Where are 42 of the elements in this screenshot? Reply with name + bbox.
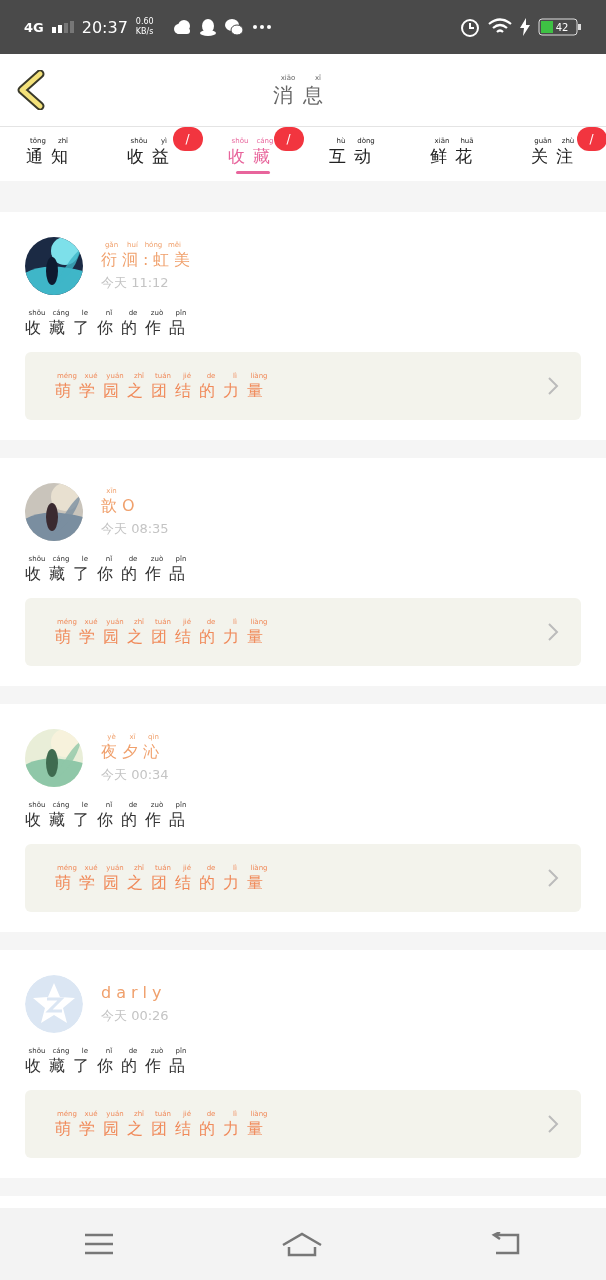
battery-level: 42 bbox=[555, 22, 569, 33]
work-title: 萌学园之团结的力量 bbox=[55, 380, 271, 401]
message-time: 今天 11:12 bbox=[101, 273, 170, 292]
network-speed: 0.60 bbox=[135, 17, 154, 27]
message-text: 收藏了你的作品 bbox=[25, 318, 194, 338]
more-icon bbox=[251, 24, 272, 30]
tab-label: 互动 bbox=[328, 146, 379, 167]
user-name: 衍洄:虹美 bbox=[101, 249, 196, 270]
message-time: 今天 08:35 bbox=[101, 519, 169, 538]
chevron-right-icon bbox=[547, 1114, 559, 1134]
user-name: 歆O bbox=[101, 495, 141, 516]
message-text: 收藏了你的作品 bbox=[25, 1056, 194, 1076]
tab-badge: / bbox=[172, 127, 203, 151]
work-title: 萌学园之团结的力量 bbox=[55, 872, 271, 893]
user-name: 夜夕沁 bbox=[101, 741, 165, 762]
charging-icon bbox=[520, 18, 530, 36]
speed-unit: KB/s bbox=[135, 27, 154, 37]
cloud-icon bbox=[171, 19, 192, 35]
tab-badge: / bbox=[273, 127, 304, 151]
star-avatar-icon bbox=[25, 975, 83, 1033]
page-title: 消息 bbox=[273, 82, 333, 107]
alarm-clock-icon bbox=[460, 17, 480, 37]
message-time: 今天 00:34 bbox=[101, 765, 169, 784]
clock-time: 20:37 bbox=[81, 17, 128, 37]
work-title: 萌学园之团结的力量 bbox=[55, 626, 271, 647]
menu-icon[interactable] bbox=[83, 1232, 114, 1256]
penguin-icon bbox=[199, 18, 216, 36]
work-title: 萌学园之团结的力量 bbox=[55, 1118, 271, 1139]
chevron-right-icon bbox=[547, 376, 559, 396]
network-type: 4G bbox=[24, 19, 44, 35]
chevron-right-icon bbox=[547, 868, 559, 888]
tab-label: 通知 bbox=[25, 146, 76, 167]
tab-label: 鲜花 bbox=[429, 146, 480, 167]
message-text: 收藏了你的作品 bbox=[25, 564, 194, 584]
chevron-right-icon bbox=[547, 622, 559, 642]
user-name: darly bbox=[101, 983, 168, 1003]
tab-badge: / bbox=[576, 127, 606, 151]
home-icon[interactable] bbox=[281, 1231, 323, 1257]
message-time: 今天 00:26 bbox=[101, 1007, 169, 1025]
signal-icon bbox=[51, 21, 74, 33]
message-text: 收藏了你的作品 bbox=[25, 810, 194, 830]
chat-bubbles-icon bbox=[223, 18, 244, 36]
